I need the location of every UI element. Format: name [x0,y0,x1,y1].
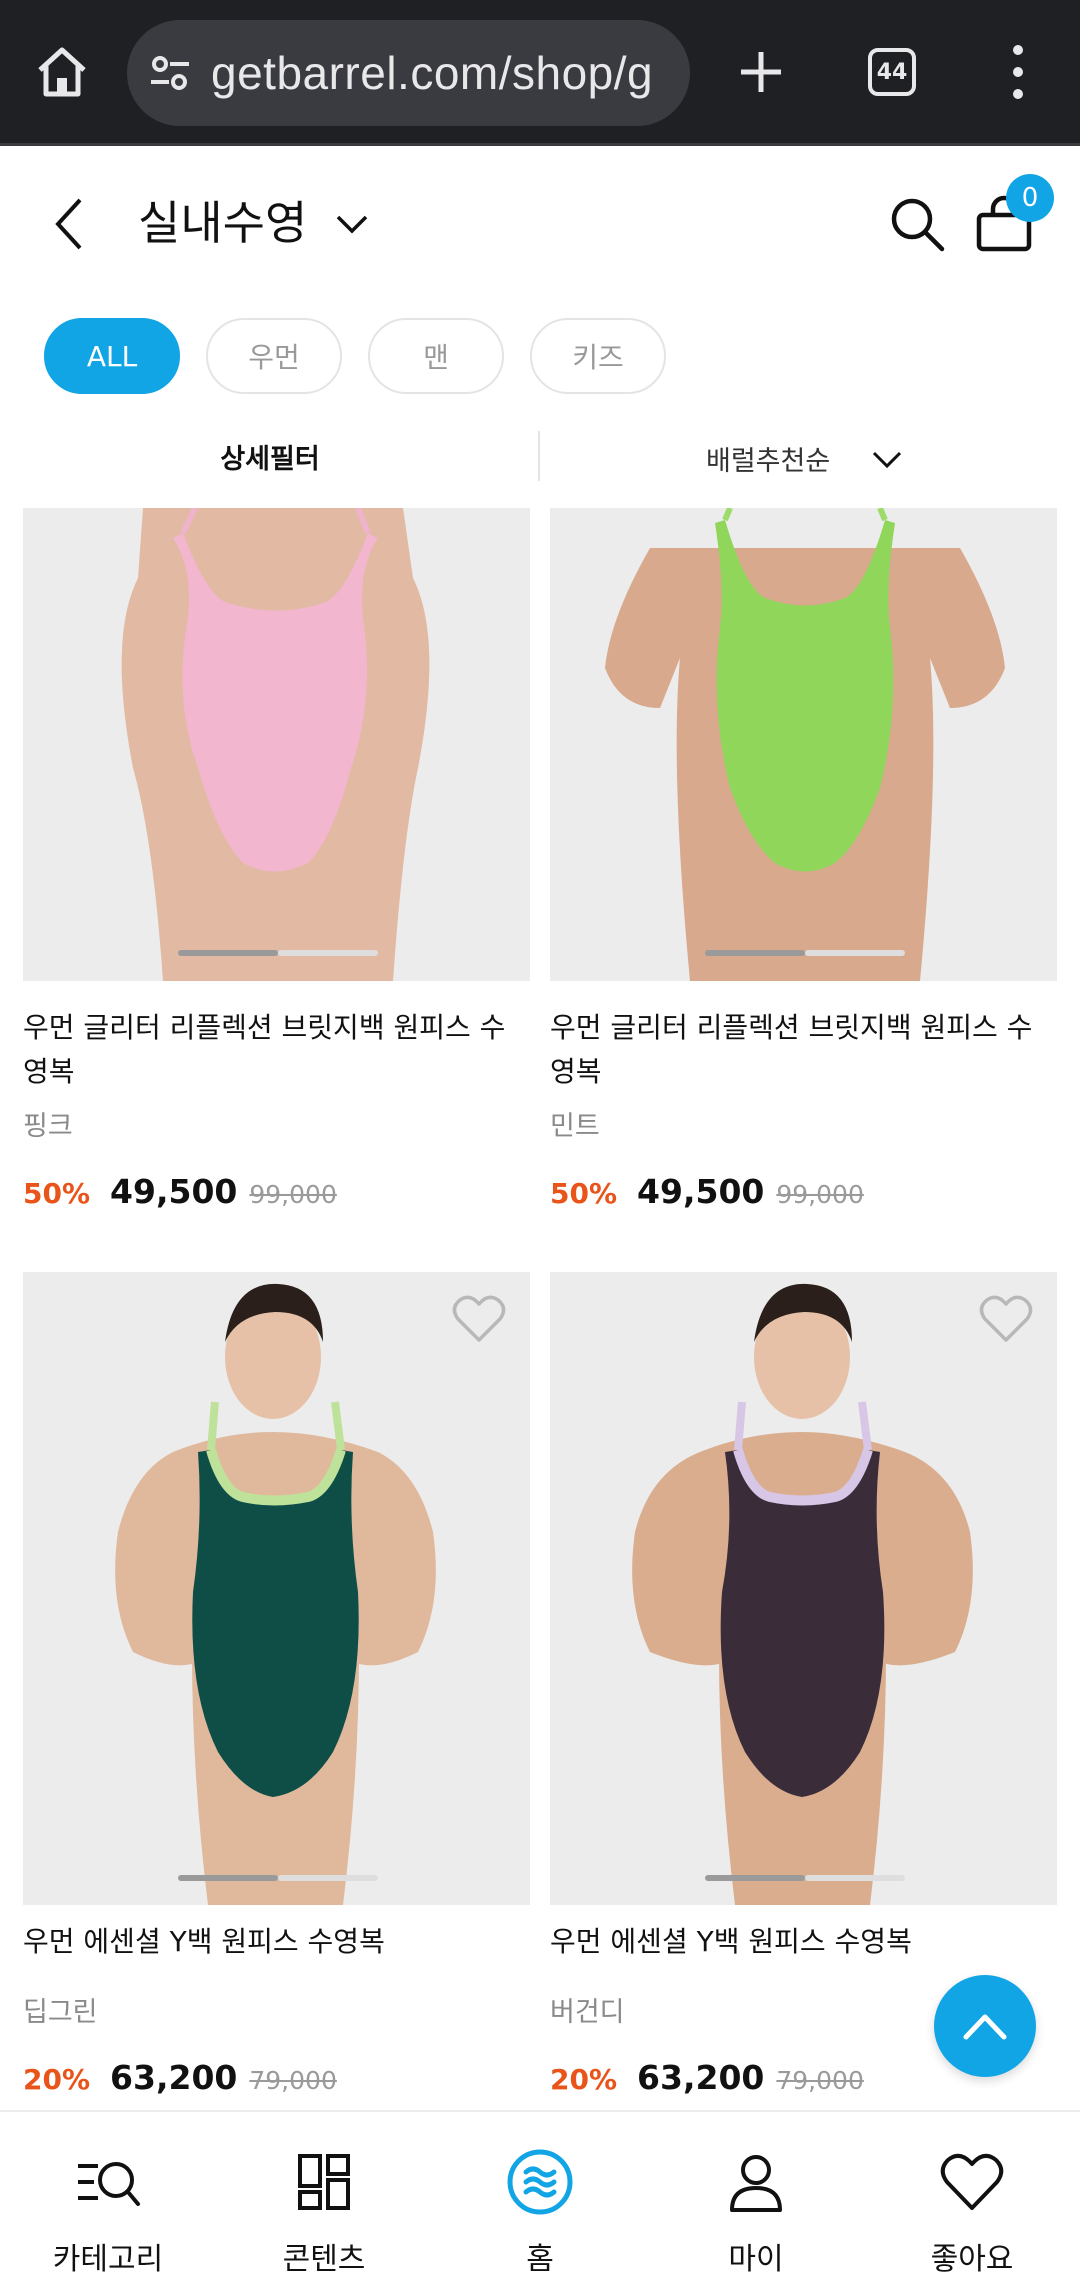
product-name[interactable]: 우먼 글리터 리플렉션 브릿지백 원피스 수영복 [550,1006,1057,1094]
category-chips: ALL 우먼 맨 키즈 [44,318,666,394]
address-bar[interactable]: getbarrel.com/shop/g [127,20,690,126]
price-row: 50% 49,500 99,000 [550,1172,864,1211]
nav-likes[interactable]: 좋아요 [864,2112,1080,2284]
swimsuit-photo [605,508,1005,981]
discount-percent: 50% [23,1177,91,1210]
product-color: 딥그린 [23,1997,98,2028]
sort-dropdown[interactable]: 배럴추천순 [706,439,830,478]
chevron-down-icon[interactable] [870,447,904,473]
grid-icon [298,2154,350,2210]
nav-my[interactable]: 마이 [648,2112,864,2284]
person-icon [730,2155,782,2212]
swimsuit-photo [121,508,430,981]
original-price: 79,000 [249,2066,337,2095]
nav-home[interactable]: 홈 [432,2112,648,2284]
sale-price: 63,200 [637,2058,765,2097]
product-name[interactable]: 우먼 글리터 리플렉션 브릿지백 원피스 수영복 [23,1006,530,1094]
url-text: getbarrel.com/shop/g [211,47,654,99]
nav-label: 마이 [728,2242,784,2277]
cart-count-badge: 0 [1006,174,1054,222]
product-image[interactable] [23,1272,530,1905]
nav-label: 홈 [526,2242,554,2277]
chevron-up-icon [963,2014,1007,2040]
nav-label: 좋아요 [930,2242,1014,2277]
image-pagination [705,1875,905,1881]
browser-toolbar: getbarrel.com/shop/g 44 [0,0,1080,146]
nav-category[interactable]: 카테고리 [0,2112,216,2284]
swimsuit-photo [115,1283,436,1905]
original-price: 79,000 [776,2066,864,2095]
filter-sort-bar: 상세필터 배럴추천순 [0,425,1080,487]
sale-price: 49,500 [110,1172,238,1211]
left-strap [734,1401,746,1451]
chip-kids[interactable]: 키즈 [530,318,666,394]
site-settings-icon[interactable] [145,48,195,98]
sale-price: 49,500 [637,1172,765,1211]
right-strap [877,508,888,522]
image-pagination [178,1875,378,1881]
heart-icon [940,2153,1004,2210]
product-image[interactable] [23,508,530,981]
detail-filter-button[interactable]: 상세필터 [0,425,540,487]
scroll-to-top-button[interactable] [934,1975,1036,2077]
chip-men[interactable]: 맨 [368,318,504,394]
page-title[interactable]: 실내수영 [138,187,307,253]
product-color: 민트 [550,1111,600,1142]
home-logo-icon [507,2149,573,2215]
sale-price: 63,200 [110,2058,238,2097]
price-row: 50% 49,500 99,000 [23,1172,337,1211]
swimsuit-photo [632,1283,973,1905]
original-price: 99,000 [776,1180,864,1209]
nav-label: 콘텐츠 [282,2242,366,2277]
product-name[interactable]: 우먼 에센셜 Y백 원피스 수영복 [23,1920,530,1964]
divider [538,431,540,481]
product-image[interactable] [550,508,1057,981]
app-header: 실내수영 0 [0,149,1080,299]
category-search-icon [78,2162,140,2206]
wishlist-heart-icon[interactable] [979,1294,1033,1344]
left-strap [722,508,733,522]
product-image[interactable] [550,1272,1057,1905]
price-row: 20% 63,200 79,000 [550,2058,864,2097]
product-color: 버건디 [550,1997,625,2028]
image-pagination [705,950,905,956]
product-name[interactable]: 우먼 에센셜 Y백 원피스 수영복 [550,1920,1057,1964]
back-arrow-icon[interactable] [46,194,94,254]
chevron-down-icon[interactable] [334,209,370,239]
original-price: 99,000 [249,1180,337,1209]
new-tab-icon[interactable] [731,42,791,102]
price-row: 20% 63,200 79,000 [23,2058,337,2097]
product-color: 핑크 [23,1111,73,1142]
wishlist-heart-icon[interactable] [452,1294,506,1344]
more-menu-icon[interactable] [1000,40,1036,104]
chip-all[interactable]: ALL [44,318,180,394]
image-pagination [178,950,378,956]
search-icon[interactable] [886,193,948,255]
nav-contents[interactable]: 콘텐츠 [216,2112,432,2284]
bottom-navigation: 카테고리 콘텐츠 홈 마이 좋아요 [0,2110,1080,2284]
discount-percent: 20% [550,2063,618,2096]
left-strap [207,1401,219,1451]
discount-percent: 50% [550,1177,618,1210]
nav-label: 카테고리 [52,2242,164,2277]
chip-women[interactable]: 우먼 [206,318,342,394]
browser-home-icon[interactable] [32,42,92,102]
tab-switcher-button[interactable]: 44 [868,48,916,96]
discount-percent: 20% [23,2063,91,2096]
